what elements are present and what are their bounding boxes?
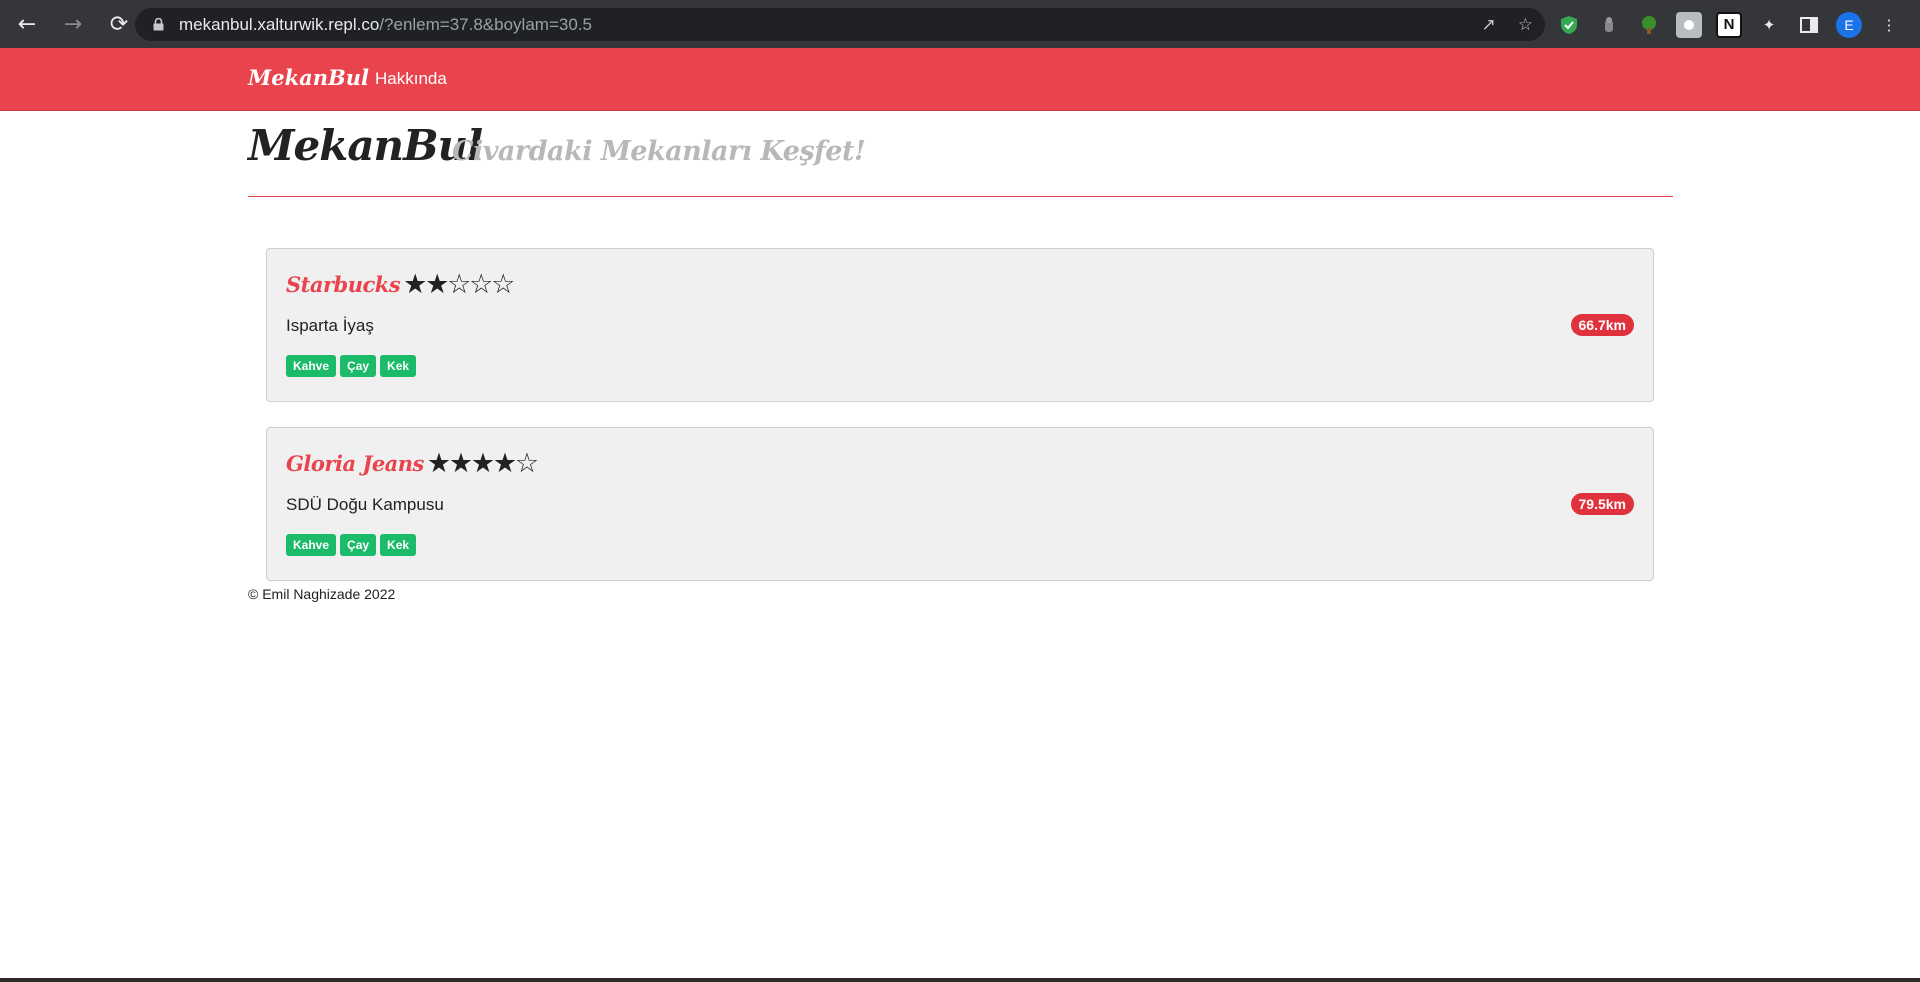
site-navbar: MekanBul Hakkında	[0, 48, 1920, 111]
nav-link-hakkinda[interactable]: Hakkında	[375, 69, 447, 89]
venue-name-link[interactable]: Starbucks	[286, 272, 401, 297]
star-icon: ☆	[447, 269, 472, 300]
star-icon: ★	[492, 448, 518, 479]
tag-badge: Kek	[380, 355, 417, 377]
page-tagline: Civardaki Mekanları Keşfet!	[452, 136, 866, 167]
rating-stars: ★ ★ ☆ ☆ ☆	[403, 269, 516, 300]
star-icon: ★	[470, 448, 496, 479]
shield-extension-icon[interactable]	[1556, 12, 1582, 38]
star-icon: ★	[425, 269, 450, 300]
window-bottom-edge	[0, 978, 1920, 982]
venue-address: SDÜ Doğu Kampusu	[286, 495, 444, 514]
tag-badge: Kahve	[286, 534, 337, 556]
share-icon[interactable]: ↗	[1482, 15, 1496, 35]
profile-avatar[interactable]: E	[1836, 11, 1862, 38]
tag-badge: Kahve	[286, 355, 337, 377]
address-bar[interactable]: mekanbul.xalturwik.repl.co/?enlem=37.8&b…	[135, 8, 1545, 41]
extension-icon[interactable]	[1596, 12, 1622, 38]
venue-address: Isparta İyaş	[286, 316, 374, 335]
lock-icon[interactable]	[151, 18, 165, 32]
tag-badge: Çay	[340, 355, 377, 377]
tree-extension-icon[interactable]	[1636, 12, 1662, 38]
footer-copyright: © Emil Naghizade 2022	[248, 586, 396, 602]
page-title: MekanBul	[248, 121, 483, 170]
venue-tags: Kahve Çay Kek	[286, 534, 417, 556]
forward-icon[interactable]: →	[54, 5, 92, 43]
star-icon: ★	[403, 269, 428, 300]
menu-dots-icon[interactable]: ⋮	[1876, 12, 1902, 38]
distance-badge: 79.5km	[1570, 493, 1634, 515]
star-icon: ★	[426, 448, 452, 479]
puzzle-icon[interactable]: ✦	[1756, 12, 1782, 38]
browser-toolbar: ← → ⟳ mekanbul.xalturwik.repl.co/?enlem=…	[0, 0, 1920, 48]
rating-stars: ★ ★ ★ ★ ☆	[426, 448, 540, 479]
star-icon: ☆	[491, 269, 516, 300]
reload-icon[interactable]: ⟳	[100, 5, 138, 43]
url-host: mekanbul.xalturwik.repl.co	[179, 14, 380, 34]
venue-card: Starbucks ★ ★ ☆ ☆ ☆ Isparta İyaş Kahve Ç…	[266, 248, 1654, 402]
bookmark-star-icon[interactable]: ☆	[1518, 15, 1533, 35]
star-icon: ☆	[514, 448, 540, 479]
url-query: /?enlem=37.8&boylam=30.5	[379, 14, 592, 34]
page-header: MekanBul Civardaki Mekanları Keşfet!	[248, 111, 1673, 197]
venue-tags: Kahve Çay Kek	[286, 355, 417, 377]
distance-badge: 66.7km	[1570, 314, 1634, 336]
star-icon: ☆	[469, 269, 494, 300]
navbar-brand[interactable]: MekanBul	[248, 65, 369, 90]
venue-card: Gloria Jeans ★ ★ ★ ★ ☆ SDÜ Doğu Kampusu …	[266, 427, 1654, 581]
screenshot-extension-icon[interactable]	[1676, 11, 1702, 38]
back-icon[interactable]: ←	[8, 5, 46, 43]
venue-name-link[interactable]: Gloria Jeans	[286, 451, 424, 476]
star-icon: ★	[448, 448, 474, 479]
tag-badge: Çay	[340, 534, 377, 556]
notion-icon[interactable]: N	[1716, 11, 1742, 38]
tag-badge: Kek	[380, 534, 417, 556]
side-panel-icon[interactable]	[1796, 12, 1822, 38]
